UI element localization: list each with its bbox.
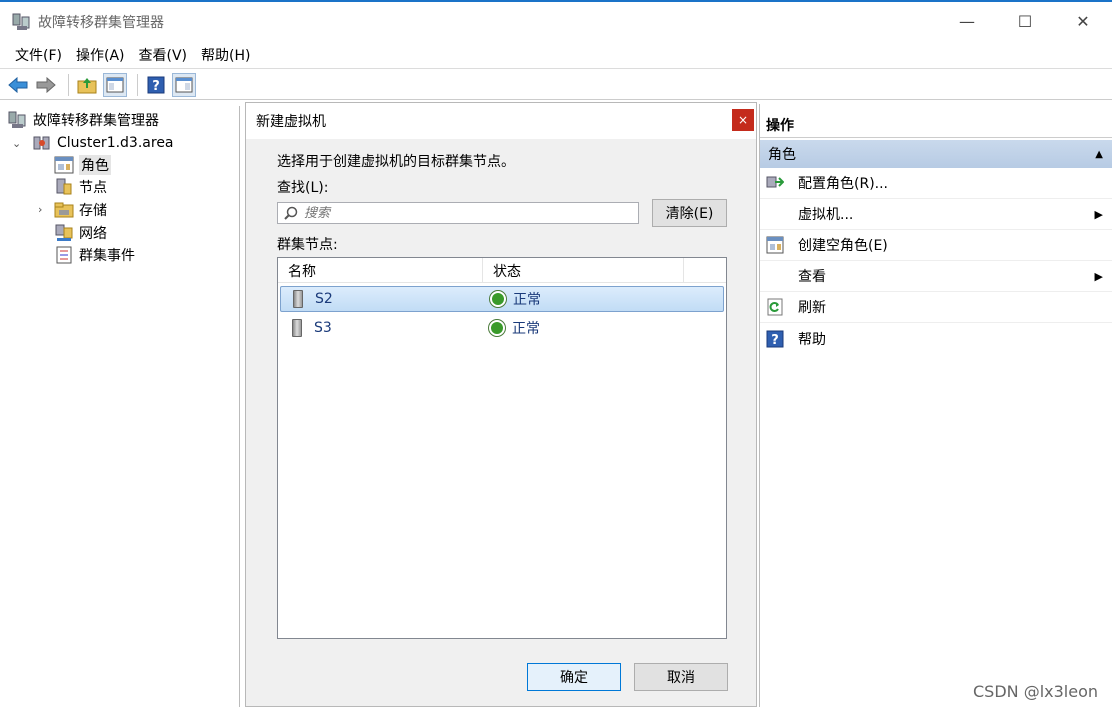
node-name: S2 — [315, 291, 333, 307]
status-up-icon — [489, 290, 507, 308]
chevron-down-icon[interactable]: ⌄ — [12, 137, 21, 150]
tree-item-cluster-events[interactable]: 群集事件 — [54, 244, 135, 266]
chevron-right-icon[interactable]: › — [38, 203, 42, 216]
help-icon: ? — [766, 330, 784, 348]
status-up-icon — [488, 319, 506, 337]
menu-bar: 文件(F) 操作(A) 查看(V) 帮助(H) — [0, 41, 1112, 69]
forward-arrow-icon — [36, 76, 56, 93]
configure-role-icon — [766, 174, 785, 192]
events-log-icon — [54, 246, 74, 264]
help-button[interactable]: ? — [144, 73, 168, 97]
action-pane-icon — [175, 77, 193, 92]
show-hide-tree-button[interactable] — [103, 72, 127, 97]
cluster-nodes-list: 名称 状态 S2 正常 S3 正常 — [277, 257, 727, 639]
ok-button[interactable]: 确定 — [527, 663, 621, 691]
node-status: 正常 — [513, 292, 541, 308]
section-label: 角色 — [768, 147, 796, 163]
up-folder-button[interactable] — [75, 73, 99, 97]
node-status: 正常 — [512, 321, 540, 337]
search-input[interactable] — [304, 205, 624, 221]
action-view[interactable]: 查看 ▶ — [760, 261, 1112, 292]
maximize-button[interactable]: ☐ — [996, 2, 1054, 41]
forward-button[interactable] — [34, 73, 58, 97]
roles-icon — [54, 156, 74, 174]
action-create-empty-role[interactable]: 创建空角色(E) — [760, 230, 1112, 261]
submenu-arrow-icon: ▶ — [1094, 269, 1103, 283]
tree-label-roles: 角色 — [79, 155, 111, 175]
window-title: 故障转移群集管理器 — [38, 14, 164, 31]
cluster-icon — [32, 134, 52, 152]
tree-label-cluster-events: 群集事件 — [79, 248, 135, 264]
tree-label-storage: 存储 — [79, 203, 107, 219]
back-arrow-icon — [8, 76, 28, 93]
cluster-manager-icon — [12, 12, 32, 32]
action-configure-role[interactable]: 配置角色(R)... — [760, 168, 1112, 199]
actions-section-roles[interactable]: 角色 ▲ — [760, 140, 1112, 168]
toolbar-separator — [137, 73, 138, 96]
action-virtual-machines[interactable]: 虚拟机... ▶ — [760, 199, 1112, 230]
toolbar-separator — [68, 73, 69, 96]
tree-item-root[interactable]: 故障转移群集管理器 — [8, 109, 159, 131]
menu-action[interactable]: 操作(A) — [69, 45, 132, 65]
dialog-header: 新建虚拟机 × — [246, 103, 756, 139]
column-header-status[interactable]: 状态 — [483, 258, 684, 283]
svg-text:?: ? — [771, 333, 779, 348]
collapse-up-icon[interactable]: ▲ — [1095, 149, 1103, 160]
menu-help[interactable]: 帮助(H) — [194, 45, 257, 65]
tree-item-nodes[interactable]: 节点 — [54, 176, 107, 198]
menu-file[interactable]: 文件(F) — [8, 45, 69, 65]
tree-item-roles[interactable]: 角色 — [54, 154, 111, 176]
svg-text:?: ? — [152, 79, 160, 94]
tree-label-networks: 网络 — [79, 226, 107, 242]
folder-up-icon — [77, 77, 97, 93]
tree-label-nodes: 节点 — [79, 180, 107, 196]
column-header-name[interactable]: 名称 — [278, 258, 483, 283]
table-row-s2[interactable]: S2 正常 — [280, 286, 724, 312]
show-hide-action-pane-button[interactable] — [172, 72, 196, 97]
dialog-close-button[interactable]: × — [732, 109, 754, 131]
actions-header: 操作 — [760, 112, 1112, 138]
empty-role-icon — [766, 236, 784, 254]
tree-label-cluster: Cluster1.d3.area — [57, 135, 174, 151]
refresh-icon — [766, 298, 784, 316]
watermark: CSDN @lx3leon — [972, 682, 1098, 701]
back-button[interactable] — [6, 73, 30, 97]
menu-view[interactable]: 查看(V) — [132, 45, 195, 65]
search-label: 查找(L): — [277, 180, 329, 196]
action-help[interactable]: ? 帮助 — [760, 323, 1112, 354]
network-icon — [54, 224, 74, 242]
cluster-nodes-label: 群集节点: — [277, 237, 338, 253]
tree-label-root: 故障转移群集管理器 — [33, 113, 159, 129]
toolbar: ? — [0, 70, 1112, 100]
tree-item-cluster[interactable]: Cluster1.d3.area — [32, 132, 174, 154]
new-vm-dialog: 新建虚拟机 × 选择用于创建虚拟机的目标群集节点。 查找(L): 清除(E) 群… — [245, 102, 757, 707]
node-name: S3 — [314, 320, 332, 336]
server-icon — [293, 290, 303, 308]
actions-pane: 操作 角色 ▲ 配置角色(R)... 虚拟机... ▶ 创建空角色(E) 查看 … — [759, 104, 1112, 707]
list-header: 名称 状态 — [278, 258, 726, 283]
server-icon — [292, 319, 302, 337]
nodes-icon — [54, 178, 74, 196]
title-bar: 故障转移群集管理器 — ☐ ✕ — [0, 2, 1112, 41]
search-icon — [284, 206, 298, 220]
tree-item-networks[interactable]: 网络 — [54, 222, 107, 244]
console-tree: 故障转移群集管理器 ⌄ Cluster1.d3.area 角色 节点 › 存储 … — [2, 106, 240, 707]
dialog-instruction: 选择用于创建虚拟机的目标群集节点。 — [277, 154, 515, 170]
submenu-arrow-icon: ▶ — [1094, 207, 1103, 221]
dialog-title: 新建虚拟机 — [256, 114, 326, 130]
cluster-manager-icon — [8, 111, 28, 129]
cancel-button[interactable]: 取消 — [634, 663, 728, 691]
console-tree-icon — [106, 77, 124, 92]
tree-item-storage[interactable]: 存储 — [54, 199, 107, 221]
help-icon: ? — [147, 76, 165, 94]
table-row-s3[interactable]: S3 正常 — [280, 315, 724, 341]
clear-button[interactable]: 清除(E) — [652, 199, 727, 227]
action-refresh[interactable]: 刷新 — [760, 292, 1112, 323]
close-window-button[interactable]: ✕ — [1054, 2, 1112, 41]
storage-icon — [54, 201, 74, 219]
minimize-button[interactable]: — — [938, 2, 996, 41]
search-box[interactable] — [277, 202, 639, 224]
